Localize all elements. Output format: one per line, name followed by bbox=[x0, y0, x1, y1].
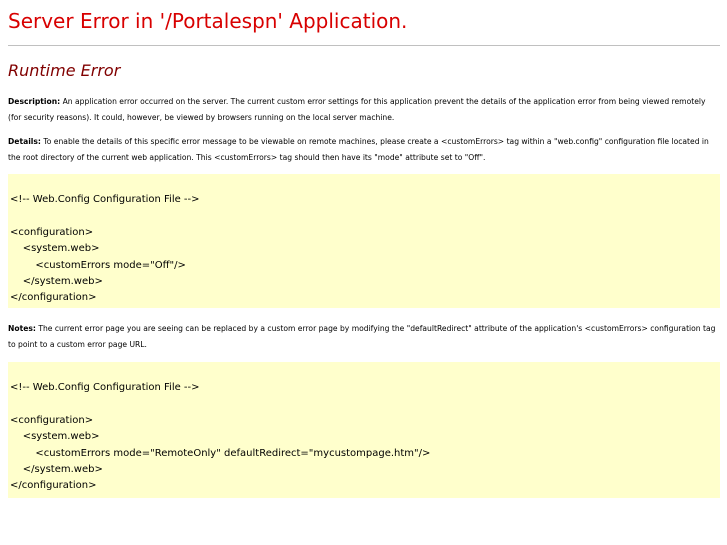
error-page: Server Error in '/Portalespn' Applicatio… bbox=[0, 0, 727, 545]
code-line: </system.web> bbox=[10, 464, 103, 475]
error-subtitle: Runtime Error bbox=[8, 61, 121, 80]
code-line: <customErrors mode="Off"/> bbox=[10, 260, 186, 271]
details-label: Details: bbox=[8, 137, 41, 146]
details-paragraph: Details: To enable the details of this s… bbox=[8, 134, 720, 166]
code-line: <customErrors mode="RemoteOnly" defaultR… bbox=[10, 448, 431, 459]
code-line: <system.web> bbox=[10, 243, 100, 254]
code-line: </configuration> bbox=[10, 292, 97, 303]
page-title: Server Error in '/Portalespn' Applicatio… bbox=[8, 9, 408, 33]
description-label: Description: bbox=[8, 97, 61, 106]
config-code-block-2: <!-- Web.Config Configuration File --> <… bbox=[8, 362, 720, 498]
code-line: <configuration> bbox=[10, 227, 94, 238]
notes-paragraph: Notes: The current error page you are se… bbox=[8, 321, 720, 353]
code-line: </system.web> bbox=[10, 276, 103, 287]
description-paragraph: Description: An application error occurr… bbox=[8, 94, 720, 126]
code-line: </configuration> bbox=[10, 480, 97, 491]
notes-label: Notes: bbox=[8, 324, 36, 333]
description-text: An application error occurred on the ser… bbox=[8, 97, 706, 122]
config-code-block-1: <!-- Web.Config Configuration File --> <… bbox=[8, 174, 720, 308]
code-line: <!-- Web.Config Configuration File --> bbox=[10, 382, 200, 393]
notes-text: The current error page you are seeing ca… bbox=[8, 324, 716, 349]
code-line: <!-- Web.Config Configuration File --> bbox=[10, 194, 200, 205]
details-text: To enable the details of this specific e… bbox=[8, 137, 709, 162]
code-line: <configuration> bbox=[10, 415, 94, 426]
code-line: <system.web> bbox=[10, 431, 100, 442]
divider bbox=[8, 45, 720, 46]
